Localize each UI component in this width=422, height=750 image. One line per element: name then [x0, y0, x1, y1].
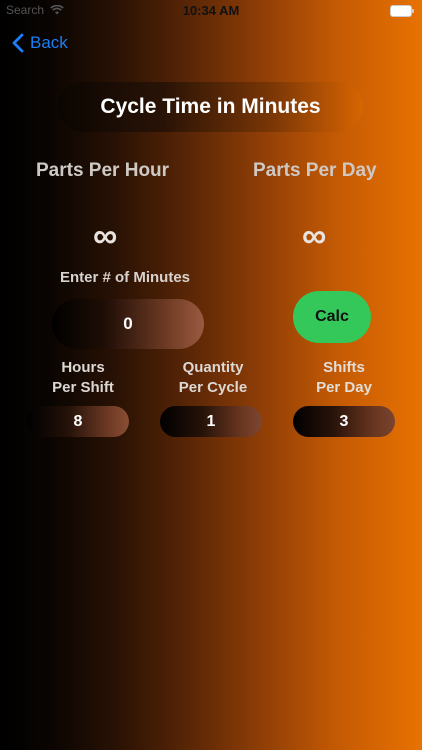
shifts-per-day-label-line1: Shifts — [323, 359, 365, 376]
parts-per-day-label: Parts Per Day — [253, 160, 377, 181]
parts-per-hour-label: Parts Per Hour — [36, 160, 170, 181]
shifts-per-day-label-line2: Per Day — [316, 379, 372, 396]
chevron-left-icon — [12, 33, 24, 53]
quantity-per-cycle-label: Quantity Per Cycle — [158, 358, 268, 398]
hours-per-shift-label-line1: Hours — [61, 359, 105, 376]
calc-button[interactable]: Calc — [293, 291, 371, 343]
page-title: Cycle Time in Minutes — [58, 82, 363, 132]
hours-per-shift-label: Hours Per Shift — [28, 358, 138, 398]
back-label: Back — [30, 33, 68, 52]
hours-per-shift-input[interactable]: 8 — [27, 406, 129, 437]
parts-per-hour-value: ∞ — [93, 217, 118, 255]
status-time: 10:34 AM — [182, 3, 240, 18]
quantity-per-cycle-input[interactable]: 1 — [160, 406, 262, 437]
quantity-per-cycle-label-line1: Quantity — [182, 359, 244, 376]
back-button[interactable]: Back — [12, 33, 68, 53]
shifts-per-day-label: Shifts Per Day — [289, 358, 399, 398]
minutes-label: Enter # of Minutes — [60, 269, 191, 286]
status-bar: Search 10:34 AM — [0, 0, 422, 22]
parts-per-day-value: ∞ — [302, 217, 327, 255]
quantity-per-cycle-label-line2: Per Cycle — [178, 379, 248, 396]
minutes-input[interactable]: 0 — [52, 299, 204, 349]
hours-per-shift-label-line2: Per Shift — [52, 379, 114, 396]
battery-icon — [390, 5, 414, 17]
shifts-per-day-input[interactable]: 3 — [293, 406, 395, 437]
